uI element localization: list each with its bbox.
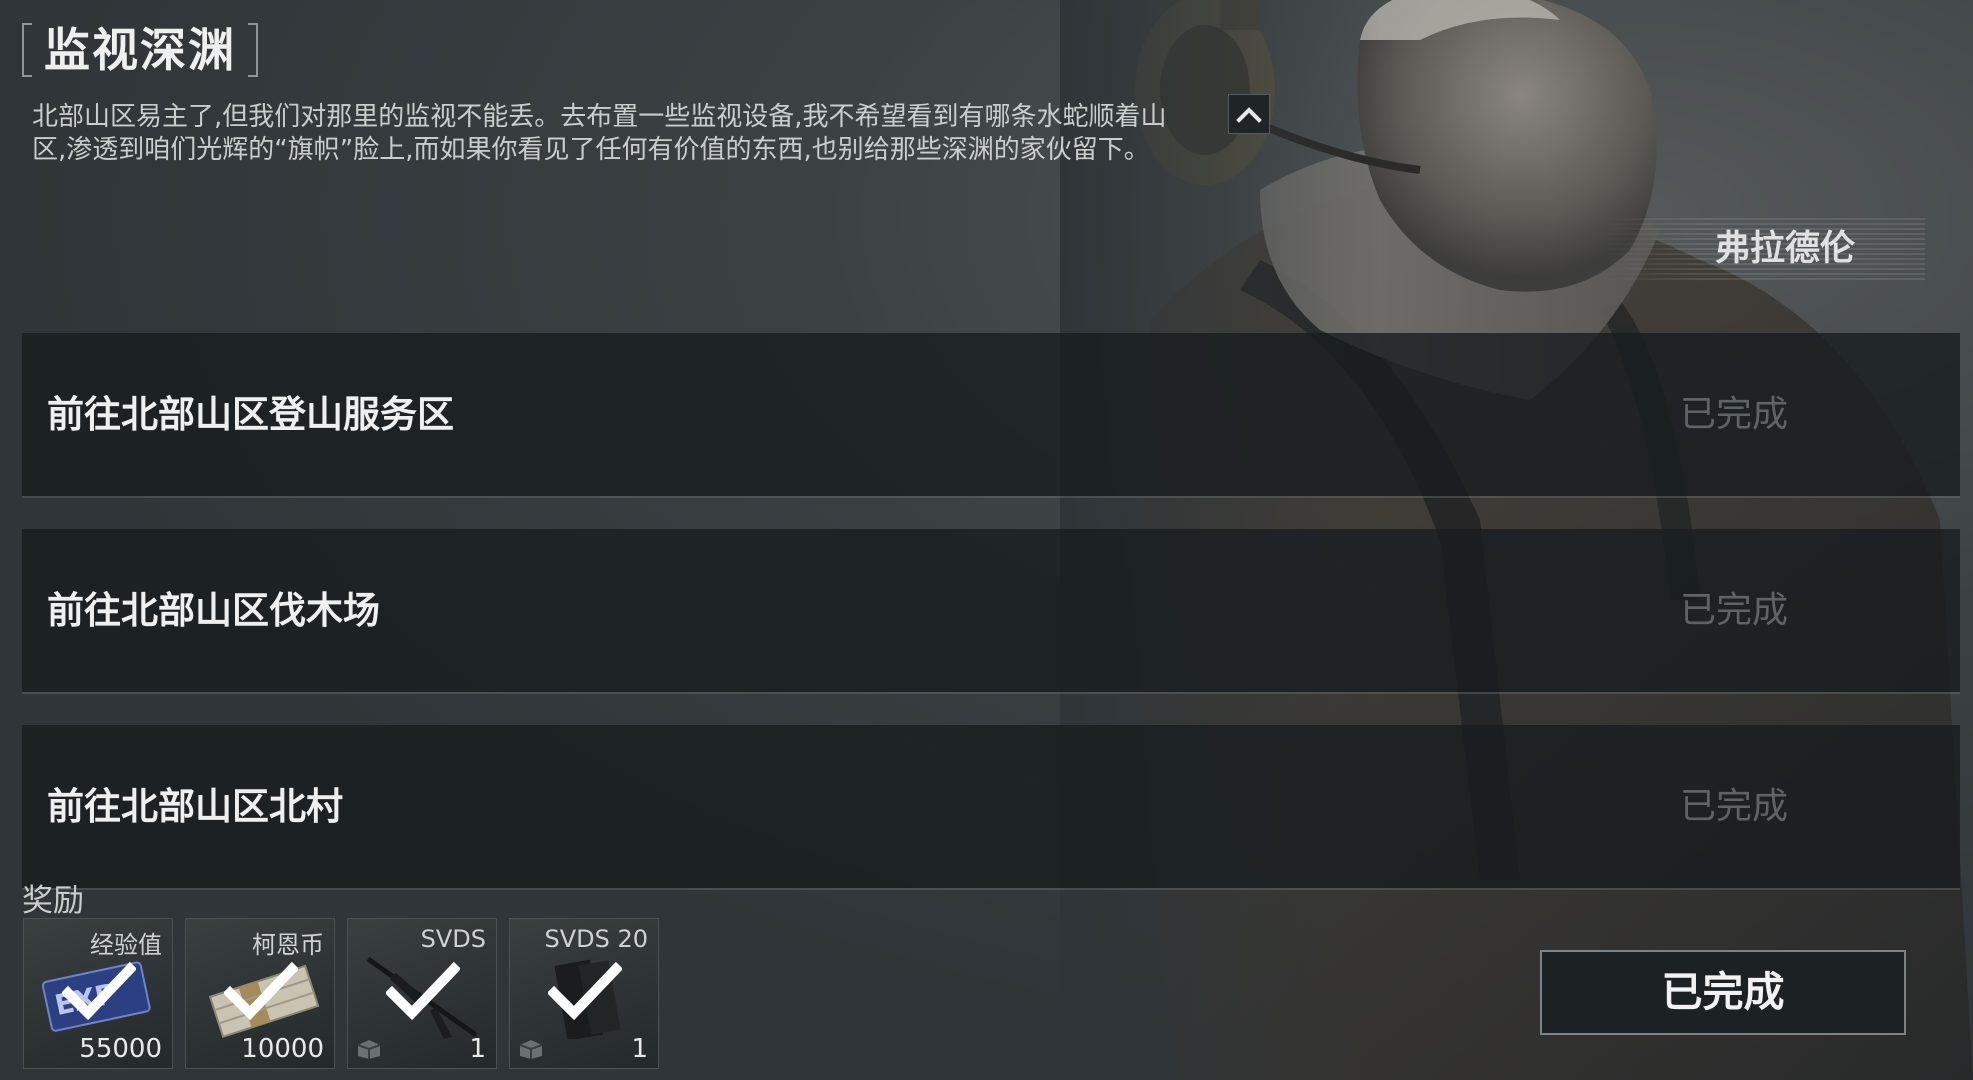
checkmark-icon	[62, 961, 136, 1021]
quest-title-group: 监视深渊	[22, 22, 258, 78]
objective-row: 前往北部山区登山服务区 已完成	[22, 333, 1960, 496]
objective-row: 前往北部山区北村 已完成	[22, 725, 1960, 888]
reward-name: SVDS	[420, 925, 486, 953]
objective-list: 前往北部山区登山服务区 已完成 前往北部山区伐木场 已完成 前往北部山区北村 已…	[22, 333, 1960, 888]
reward-item-svds[interactable]: SVDS 1	[347, 918, 497, 1069]
reward-quantity: 1	[631, 1034, 648, 1064]
collapse-button[interactable]	[1228, 94, 1270, 134]
npc-name: 弗拉德伦	[1714, 229, 1855, 269]
quest-title: 监视深渊	[44, 23, 236, 77]
reward-item-svds-20[interactable]: SVDS 20 1	[509, 918, 659, 1069]
quest-description: 北部山区易主了,但我们对那里的监视不能丢。去布置一些监视设备,我不希望看到有哪条…	[32, 102, 1167, 165]
objective-status: 已完成	[1680, 590, 1789, 631]
objective-label: 前往北部山区登山服务区	[47, 393, 454, 436]
objective-status: 已完成	[1680, 394, 1789, 435]
reward-item-exp[interactable]: 经验值 EXP 55000	[23, 918, 173, 1069]
rewards-label: 奖励	[22, 883, 84, 919]
reward-name: SVDS 20	[544, 925, 648, 953]
reward-list: 经验值 EXP 55000 柯恩币 10000 SVDS 1 SVDS 20 1	[23, 918, 659, 1069]
reward-quantity: 1	[469, 1034, 486, 1064]
checkmark-icon	[386, 961, 460, 1021]
reward-quantity: 10000	[241, 1034, 324, 1064]
box-icon	[519, 1040, 543, 1059]
reward-quantity: 55000	[79, 1034, 162, 1064]
checkmark-icon	[224, 961, 298, 1021]
title-bracket-right	[248, 23, 258, 77]
box-icon	[357, 1040, 381, 1059]
objective-status: 已完成	[1680, 786, 1789, 827]
objective-label: 前往北部山区伐木场	[47, 589, 380, 632]
chevron-up-icon	[1236, 107, 1262, 123]
quest-detail-screen: 监视深渊 北部山区易主了,但我们对那里的监视不能丢。去布置一些监视设备,我不希望…	[0, 0, 1973, 1080]
reward-item-cash[interactable]: 柯恩币 10000	[185, 918, 335, 1069]
checkmark-icon	[548, 961, 622, 1021]
objective-row: 前往北部山区伐木场 已完成	[22, 529, 1960, 692]
objective-label: 前往北部山区北村	[47, 785, 343, 828]
complete-button[interactable]: 已完成	[1540, 950, 1906, 1035]
title-bracket-left	[22, 23, 32, 77]
